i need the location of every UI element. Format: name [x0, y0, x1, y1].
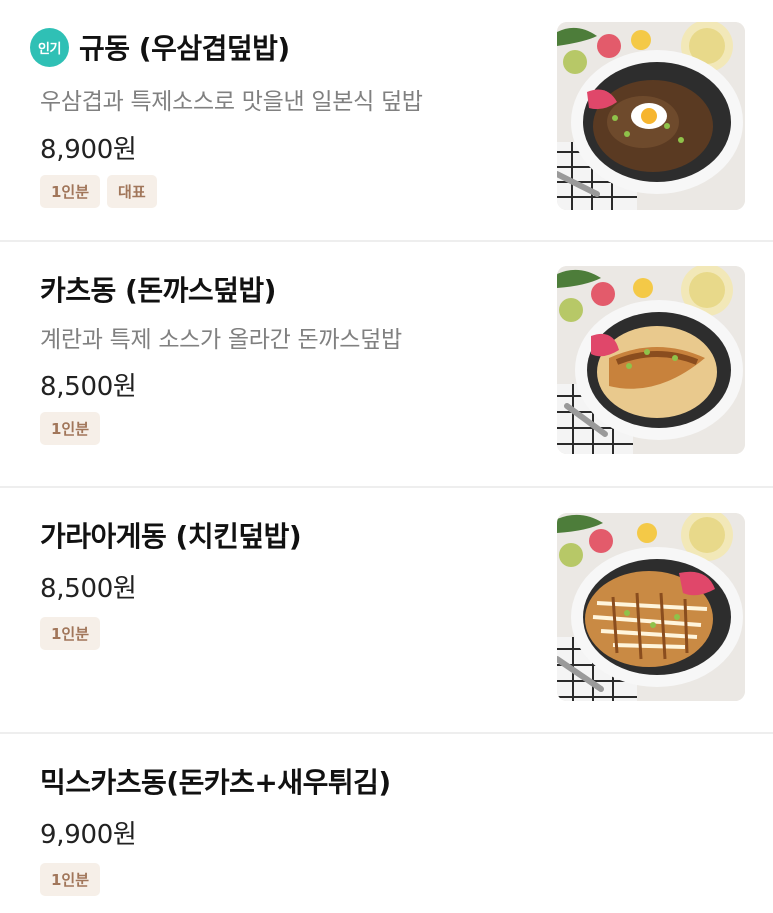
tag-serving: 1인분	[40, 175, 101, 208]
menu-item-karaage-don[interactable]: 가라아게동 (치킨덮밥) 8,500원 1인분	[0, 488, 773, 734]
menu-item-tags: 1인분 대표	[40, 175, 157, 208]
tag-serving: 1인분	[40, 863, 101, 896]
tag-signature: 대표	[107, 175, 157, 208]
menu-item-name: 믹스카츠동(돈카츠+새우튀김)	[40, 766, 391, 799]
gyudon-photo[interactable]	[557, 22, 745, 210]
tag-serving: 1인분	[40, 617, 101, 650]
popular-badge: 인기	[30, 27, 69, 67]
menu-item-tags: 1인분	[40, 617, 101, 650]
menu-list: 인기 규동 (우삼겹덮밥) 우삼겹과 특제소스로 맛을낸 일본식 덮밥 8,90…	[0, 0, 773, 913]
menu-item-gyudon[interactable]: 인기 규동 (우삼겹덮밥) 우삼겹과 특제소스로 맛을낸 일본식 덮밥 8,90…	[0, 0, 773, 242]
karaage-don-photo-illustration	[557, 513, 745, 701]
tag-serving: 1인분	[40, 412, 101, 445]
karaage-don-photo[interactable]	[557, 513, 745, 701]
menu-item-description: 계란과 특제 소스가 올라간 돈까스덮밥	[40, 327, 402, 353]
menu-item-price: 8,500원	[40, 574, 137, 604]
katsudon-photo-illustration	[557, 266, 745, 454]
menu-item-name: 카츠동 (돈까스덮밥)	[40, 274, 276, 307]
menu-item-mix-katsudon[interactable]: 믹스카츠동(돈카츠+새우튀김) 9,900원 1인분	[0, 734, 773, 913]
menu-item-tags: 1인분	[40, 412, 101, 445]
menu-item-name: 가라아게동 (치킨덮밥)	[40, 520, 302, 553]
menu-item-price: 9,900원	[40, 820, 137, 850]
menu-item-description: 우삼겹과 특제소스로 맛을낸 일본식 덮밥	[40, 89, 423, 115]
menu-item-katsudon[interactable]: 카츠동 (돈까스덮밥) 계란과 특제 소스가 올라간 돈까스덮밥 8,500원 …	[0, 242, 773, 488]
menu-item-price: 8,500원	[40, 372, 137, 402]
menu-item-tags: 1인분	[40, 863, 101, 896]
menu-item-name: 규동 (우삼겹덮밥)	[79, 32, 290, 65]
gyudon-photo-illustration	[557, 22, 745, 210]
menu-item-title-row: 인기 규동 (우삼겹덮밥)	[30, 27, 290, 67]
katsudon-photo[interactable]	[557, 266, 745, 454]
menu-item-price: 8,900원	[40, 135, 137, 165]
